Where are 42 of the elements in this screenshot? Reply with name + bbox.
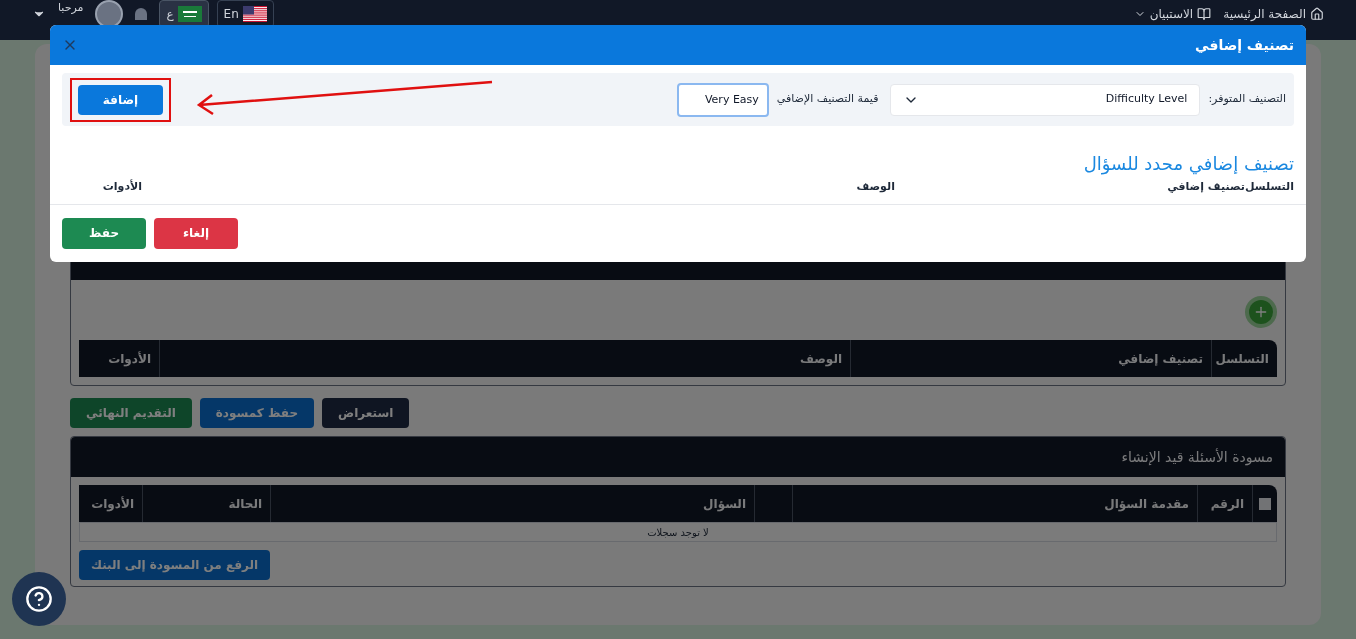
modal-title: تصنيف إضافي [1195,35,1294,55]
notification-icon[interactable] [135,8,148,20]
footer-button[interactable]: إلغاء [154,217,238,249]
column-header: الأدوات [91,495,134,513]
home-icon [1310,7,1324,21]
nav-link[interactable]: الصفحة الرئيسية [1223,5,1324,23]
column-header: التسلسل [1244,179,1294,195]
plus-icon [1253,304,1269,320]
checkbox[interactable] [1259,497,1271,510]
column-header: الأدوات [107,350,152,369]
avatar[interactable] [95,0,124,28]
language-button[interactable]: ع [159,0,209,28]
column-header: تصنيف إضافي [850,340,1211,377]
add-icon-button[interactable] [1245,296,1277,328]
footer-button[interactable]: حفظ [62,217,146,249]
action-button[interactable]: حفظ كمسودة [199,398,315,428]
column-header: التسلسل [1211,340,1277,377]
column-header: الأدوات [102,179,142,195]
empty-message: لا توجد سجلات [647,525,709,540]
column-header: السؤال [703,495,746,513]
add-button[interactable]: إضافة [78,84,163,115]
column-header: الرقم [1210,495,1244,513]
section-title: تصنيف إضافي محدد للسؤال [1082,152,1294,177]
value-input[interactable]: Very Easy [676,82,769,117]
column-header: الحالة [228,495,262,513]
field-label: التصنيف المتوفر: [1208,91,1286,108]
classification-select[interactable]: Difficulty Level [890,83,1201,116]
flag-icon [242,6,267,22]
flag-icon [177,6,202,22]
column-header: الوصف [856,179,895,195]
column-header: الوصف [159,340,850,377]
nav-link[interactable]: الاستبيان [1133,5,1212,23]
action-button[interactable]: استعراض [322,398,410,428]
action-button[interactable]: التقديم النهائي [70,398,192,428]
panel-title: مسودة الأسئلة قيد الإنشاء [1121,447,1273,468]
book-icon [1197,7,1212,21]
upload-button[interactable]: الرفع من المسودة إلى البنك [79,550,271,580]
column-header: تصنيف إضافي [1167,179,1245,195]
greeting: مرحبا [58,0,84,16]
field-label: قيمة التصنيف الإضافي [776,91,879,108]
help-icon [25,585,53,613]
column-header: مقدمة السؤال [1104,495,1189,513]
